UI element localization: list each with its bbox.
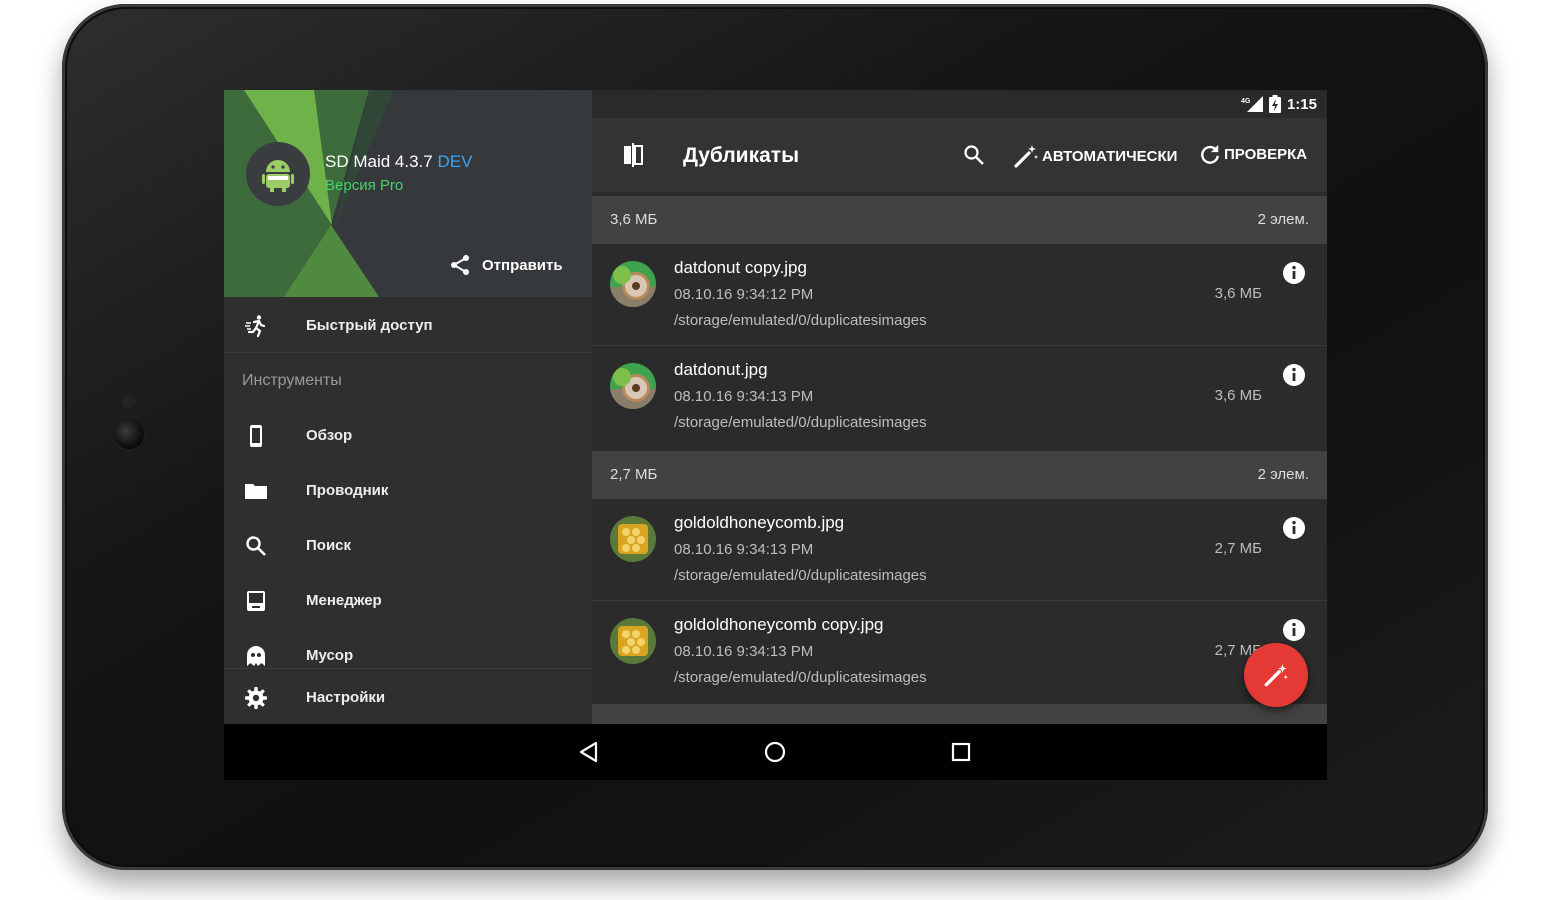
file-date: 08.10.16 9:34:12 PM (674, 286, 814, 303)
status-bar: 4G 1:15 (592, 90, 1327, 118)
home-icon (764, 741, 786, 763)
auto-label: АВТОМАТИЧЕСКИ (1042, 147, 1178, 165)
file-size: 3,6 МБ (1214, 387, 1262, 404)
divider (224, 668, 592, 669)
share-button[interactable]: Отправить (448, 253, 563, 277)
page-title: Дубликаты (683, 144, 800, 167)
honeycomb-thumbnail (610, 516, 656, 562)
nav-label: Проводник (306, 481, 389, 499)
group-size: 2,7 МБ (610, 466, 658, 483)
file-date: 08.10.16 9:34:13 PM (674, 388, 814, 405)
battery-charging-icon (1268, 95, 1281, 113)
android-maid-icon (262, 160, 294, 192)
gear-icon (243, 685, 269, 711)
front-camera (114, 419, 144, 449)
sensor-dot (122, 395, 136, 409)
search-icon (243, 533, 269, 559)
nav-label: Обзор (306, 426, 353, 444)
file-size: 3,6 МБ (1214, 285, 1262, 302)
duplicates-panel: Дубликаты АВТОМАТИЧЕСКИ ПРОВЕРКА 3,6 МБ … (592, 118, 1327, 724)
svg-text:4G: 4G (1241, 98, 1251, 105)
refresh-icon (1201, 144, 1219, 164)
donut-thumbnail (610, 363, 656, 409)
file-row[interactable]: datdonut.jpg 08.10.16 9:34:13 PM /storag… (592, 346, 1327, 447)
group-header-partial (592, 704, 1327, 724)
donut-thumbnail (610, 261, 656, 307)
back-button[interactable] (575, 738, 603, 766)
signal-4g-icon: 4G (1241, 96, 1263, 112)
nav-label: Поиск (306, 536, 352, 554)
nav-settings[interactable]: Настройки (224, 672, 592, 722)
info-icon[interactable] (1282, 618, 1306, 642)
file-row[interactable]: goldoldhoneycomb copy.jpg 08.10.16 9:34:… (592, 601, 1327, 702)
clock: 1:15 (1286, 95, 1317, 113)
file-name: goldoldhoneycomb copy.jpg (674, 615, 884, 634)
nav-label: Мусор (306, 646, 354, 664)
group-header: 2,7 МБ 2 элем. (592, 451, 1327, 499)
file-path: /storage/emulated/0/duplicatesimages (674, 414, 927, 431)
file-name: datdonut copy.jpg (674, 258, 807, 277)
info-icon[interactable] (1282, 516, 1306, 540)
folder-icon (243, 478, 269, 504)
nav-label: Быстрый доступ (306, 316, 433, 334)
nav-overview[interactable]: Обзор (224, 410, 592, 460)
auto-select-button[interactable]: АВТОМАТИЧЕСКИ (1013, 143, 1177, 169)
home-button[interactable] (761, 738, 789, 766)
group-count: 2 элем. (1257, 466, 1309, 483)
nav-explorer[interactable]: Проводник (224, 465, 592, 515)
app-avatar (246, 142, 310, 206)
file-path: /storage/emulated/0/duplicatesimages (674, 567, 927, 584)
share-icon (451, 255, 469, 275)
app-name: SD Maid 4.3.7 (325, 152, 433, 171)
file-size: 2,7 МБ (1214, 540, 1262, 557)
info-icon[interactable] (1282, 363, 1306, 387)
group-count: 2 элем. (1257, 211, 1309, 228)
honeycomb-thumbnail (610, 618, 656, 664)
info-icon[interactable] (1282, 261, 1306, 285)
running-man-icon (243, 313, 269, 339)
file-name: datdonut.jpg (674, 360, 768, 379)
compare-icon[interactable] (620, 142, 646, 173)
search-icon (964, 145, 984, 165)
file-path: /storage/emulated/0/duplicatesimages (674, 312, 927, 329)
app-title: SD Maid 4.3.7 DEV (325, 152, 472, 172)
toolbar: Дубликаты АВТОМАТИЧЕСКИ ПРОВЕРКА (592, 118, 1327, 192)
toolbar-search-button[interactable] (962, 143, 986, 172)
recents-icon (951, 742, 971, 762)
drawer-header: SD Maid 4.3.7 DEV Версия Pro Отправить (224, 90, 592, 297)
divider (224, 352, 592, 353)
file-date: 08.10.16 9:34:13 PM (674, 541, 814, 558)
auto-delete-fab[interactable] (1244, 643, 1308, 707)
file-row[interactable]: datdonut copy.jpg 08.10.16 9:34:12 PM /s… (592, 244, 1327, 345)
app-manager-icon (243, 588, 269, 614)
navigation-drawer: SD Maid 4.3.7 DEV Версия Pro Отправить Б… (224, 90, 592, 724)
phone-icon (243, 423, 269, 449)
recents-button[interactable] (947, 738, 975, 766)
magic-wand-icon (1014, 145, 1038, 168)
file-path: /storage/emulated/0/duplicatesimages (674, 669, 927, 686)
check-label: ПРОВЕРКА (1224, 145, 1308, 163)
section-tools: Инструменты (242, 372, 342, 389)
screen: SD Maid 4.3.7 DEV Версия Pro Отправить Б… (224, 90, 1327, 780)
magic-wand-icon (1264, 664, 1288, 687)
nav-manager[interactable]: Менеджер (224, 575, 592, 625)
app-channel: DEV (437, 152, 473, 171)
back-icon (579, 741, 598, 763)
file-row[interactable]: goldoldhoneycomb.jpg 08.10.16 9:34:13 PM… (592, 499, 1327, 600)
group-header: 3,6 МБ 2 элем. (592, 196, 1327, 244)
nav-search[interactable]: Поиск (224, 520, 592, 570)
group-size: 3,6 МБ (610, 211, 658, 228)
ghost-icon (243, 643, 269, 669)
nav-quick-access[interactable]: Быстрый доступ (224, 300, 592, 350)
share-label: Отправить (482, 256, 563, 274)
file-name: goldoldhoneycomb.jpg (674, 513, 845, 532)
app-edition: Версия Pro (325, 177, 404, 194)
system-nav-bar (224, 724, 1327, 780)
nav-label: Настройки (306, 688, 386, 706)
file-date: 08.10.16 9:34:13 PM (674, 643, 814, 660)
check-button[interactable]: ПРОВЕРКА (1199, 143, 1307, 165)
nav-label: Менеджер (306, 591, 382, 609)
